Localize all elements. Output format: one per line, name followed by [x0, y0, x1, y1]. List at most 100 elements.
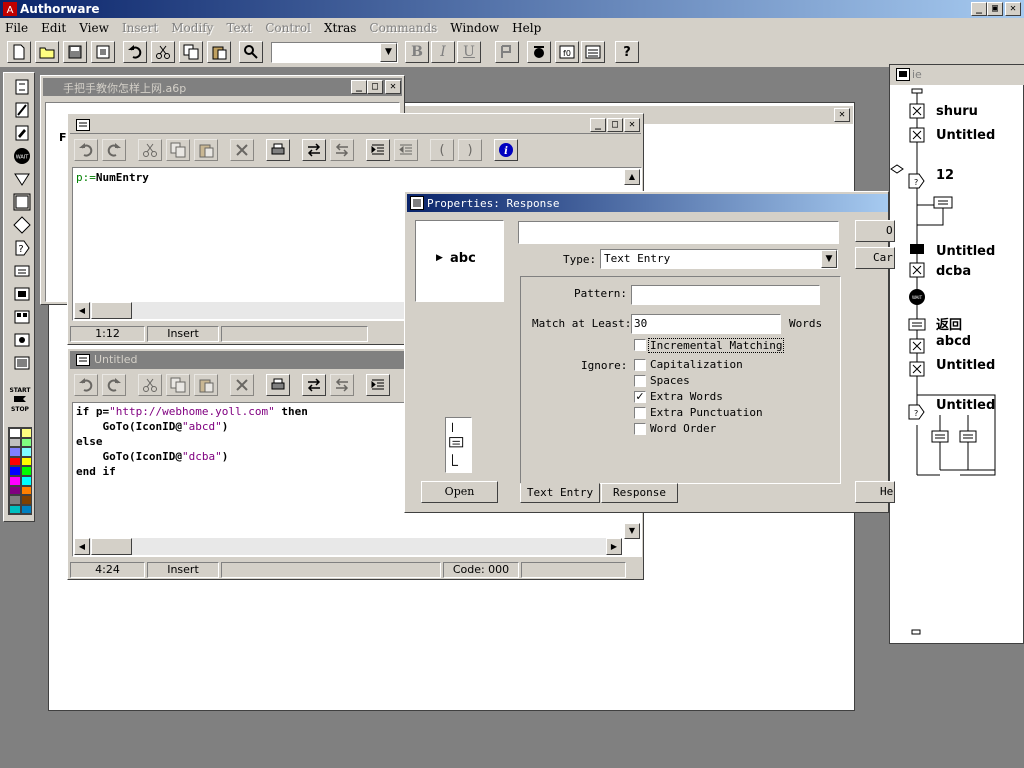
- type-select[interactable]: Text Entry ▼: [600, 249, 838, 269]
- redo-button[interactable]: [102, 139, 126, 161]
- hscroll-left[interactable]: ◀: [74, 538, 90, 555]
- italic-button[interactable]: I: [431, 41, 455, 63]
- restart-button[interactable]: [495, 41, 519, 63]
- interaction-icon-tool[interactable]: ?: [11, 238, 33, 258]
- file-window-close-button[interactable]: ✕: [385, 80, 401, 94]
- knowledge-objects-button[interactable]: ?: [615, 41, 639, 63]
- navigate-icon-tool[interactable]: [11, 169, 33, 189]
- undo-button[interactable]: [74, 374, 98, 396]
- flowline-titlebar[interactable]: ie: [890, 65, 1024, 85]
- ignore-option-label[interactable]: Word Order: [650, 422, 716, 435]
- indent-button[interactable]: [366, 139, 390, 161]
- palette-swatch[interactable]: [9, 485, 21, 496]
- palette-swatch[interactable]: [9, 504, 21, 515]
- palette-swatch[interactable]: [9, 456, 21, 467]
- menu-window[interactable]: Window: [450, 21, 499, 35]
- minimize-button[interactable]: _: [971, 2, 987, 16]
- app-titlebar[interactable]: A Authorware _ ▣ ✕: [0, 0, 1024, 18]
- palette-swatch[interactable]: [21, 447, 32, 457]
- ignore-option-label[interactable]: Capitalization: [650, 358, 743, 371]
- palette-swatch[interactable]: [21, 456, 32, 467]
- import-button[interactable]: [91, 41, 115, 63]
- ok-button[interactable]: O: [855, 220, 895, 242]
- script-window-1-minimize-button[interactable]: _: [590, 118, 606, 132]
- decision-icon-tool[interactable]: [11, 215, 33, 235]
- copy-button[interactable]: [179, 41, 203, 63]
- palette-swatch[interactable]: [9, 466, 21, 476]
- palette-swatch[interactable]: [21, 437, 32, 448]
- undo-button[interactable]: [123, 41, 147, 63]
- incremental-matching-label[interactable]: Incremental Matching: [648, 338, 785, 353]
- erase-icon-tool[interactable]: [11, 123, 33, 143]
- info-button[interactable]: i: [494, 139, 518, 161]
- map-icon-tool[interactable]: [11, 284, 33, 304]
- script-window-1-close-button[interactable]: ✕: [624, 118, 640, 132]
- delete-button[interactable]: [230, 374, 254, 396]
- cut-button[interactable]: [138, 374, 162, 396]
- flow-label-dcba[interactable]: dcba: [936, 264, 971, 279]
- palette-swatch[interactable]: [21, 485, 32, 496]
- calculation-icon-tool[interactable]: [11, 261, 33, 281]
- open-paren-button[interactable]: (: [430, 139, 454, 161]
- ignore-option-label[interactable]: Extra Words: [650, 390, 723, 403]
- replace-back-button[interactable]: [330, 139, 354, 161]
- wait-icon-tool[interactable]: WAIT: [11, 146, 33, 166]
- script-window-1-titlebar[interactable]: _ □ ✕: [70, 116, 641, 134]
- properties-titlebar[interactable]: Properties: Response: [407, 194, 888, 212]
- replace-back-button[interactable]: [330, 374, 354, 396]
- file-window-titlebar[interactable]: 手把手教你怎样上网.a6p _ □ ✕: [43, 78, 402, 96]
- flow-label-untitled-4[interactable]: Untitled: [936, 398, 995, 413]
- type-select-arrow[interactable]: ▼: [821, 250, 837, 268]
- file-window-minimize-button[interactable]: _: [351, 80, 367, 94]
- script-1-vscroll-up[interactable]: ▲: [624, 169, 640, 185]
- video-icon-tool[interactable]: [11, 353, 33, 373]
- save-all-button[interactable]: [63, 41, 87, 63]
- script-2-vscroll-down[interactable]: ▼: [624, 523, 640, 539]
- paste-button[interactable]: [194, 374, 218, 396]
- variables-button[interactable]: [581, 41, 605, 63]
- menu-insert[interactable]: Insert: [122, 21, 158, 35]
- help-button[interactable]: He: [855, 481, 895, 503]
- copy-button[interactable]: [166, 374, 190, 396]
- restore-button[interactable]: ▣: [987, 2, 1003, 16]
- hscroll-thumb[interactable]: [91, 538, 132, 555]
- cancel-button[interactable]: Car: [855, 247, 895, 269]
- new-file-button[interactable]: [7, 41, 31, 63]
- menu-text[interactable]: Text: [226, 21, 252, 35]
- outdent-button[interactable]: [394, 139, 418, 161]
- response-name-field[interactable]: [518, 221, 839, 244]
- menu-commands[interactable]: Commands: [369, 21, 437, 35]
- underline-button[interactable]: U: [457, 41, 481, 63]
- palette-swatch[interactable]: [9, 428, 21, 438]
- sound-icon-tool[interactable]: [11, 330, 33, 350]
- paste-button[interactable]: [194, 139, 218, 161]
- copy-button[interactable]: [166, 139, 190, 161]
- flow-label-interaction-12[interactable]: 12: [936, 168, 954, 183]
- ignore-capitalization-checkbox[interactable]: [634, 359, 646, 371]
- palette-swatch[interactable]: [21, 475, 32, 486]
- open-button[interactable]: Open: [421, 481, 498, 503]
- print-button[interactable]: [266, 374, 290, 396]
- menu-xtras[interactable]: Xtras: [324, 21, 356, 35]
- cut-button[interactable]: [151, 41, 175, 63]
- ignore-option-label[interactable]: Spaces: [650, 374, 690, 387]
- script-2-hscrollbar[interactable]: ◀ ▶: [74, 538, 622, 555]
- menu-view[interactable]: View: [79, 21, 109, 35]
- flow-label-fanhui[interactable]: 返回: [936, 314, 962, 333]
- file-window-maximize-button[interactable]: □: [367, 80, 383, 94]
- ignore-option-label[interactable]: Extra Punctuation: [650, 406, 763, 419]
- delete-button[interactable]: [230, 139, 254, 161]
- incremental-matching-checkbox[interactable]: [634, 339, 646, 351]
- script-window-1-maximize-button[interactable]: □: [607, 118, 623, 132]
- menu-control[interactable]: Control: [265, 21, 311, 35]
- print-button[interactable]: [266, 139, 290, 161]
- find-button[interactable]: [239, 41, 263, 63]
- flow-label-untitled-1[interactable]: Untitled: [936, 128, 995, 143]
- framework-icon-tool[interactable]: [11, 192, 33, 212]
- bold-button[interactable]: B: [405, 41, 429, 63]
- palette-swatch[interactable]: [9, 495, 21, 505]
- close-paren-button[interactable]: ): [458, 139, 482, 161]
- font-combo-arrow[interactable]: ▼: [380, 43, 397, 62]
- font-combo[interactable]: ▼: [271, 42, 398, 63]
- start-flag[interactable]: START STOP: [7, 387, 33, 413]
